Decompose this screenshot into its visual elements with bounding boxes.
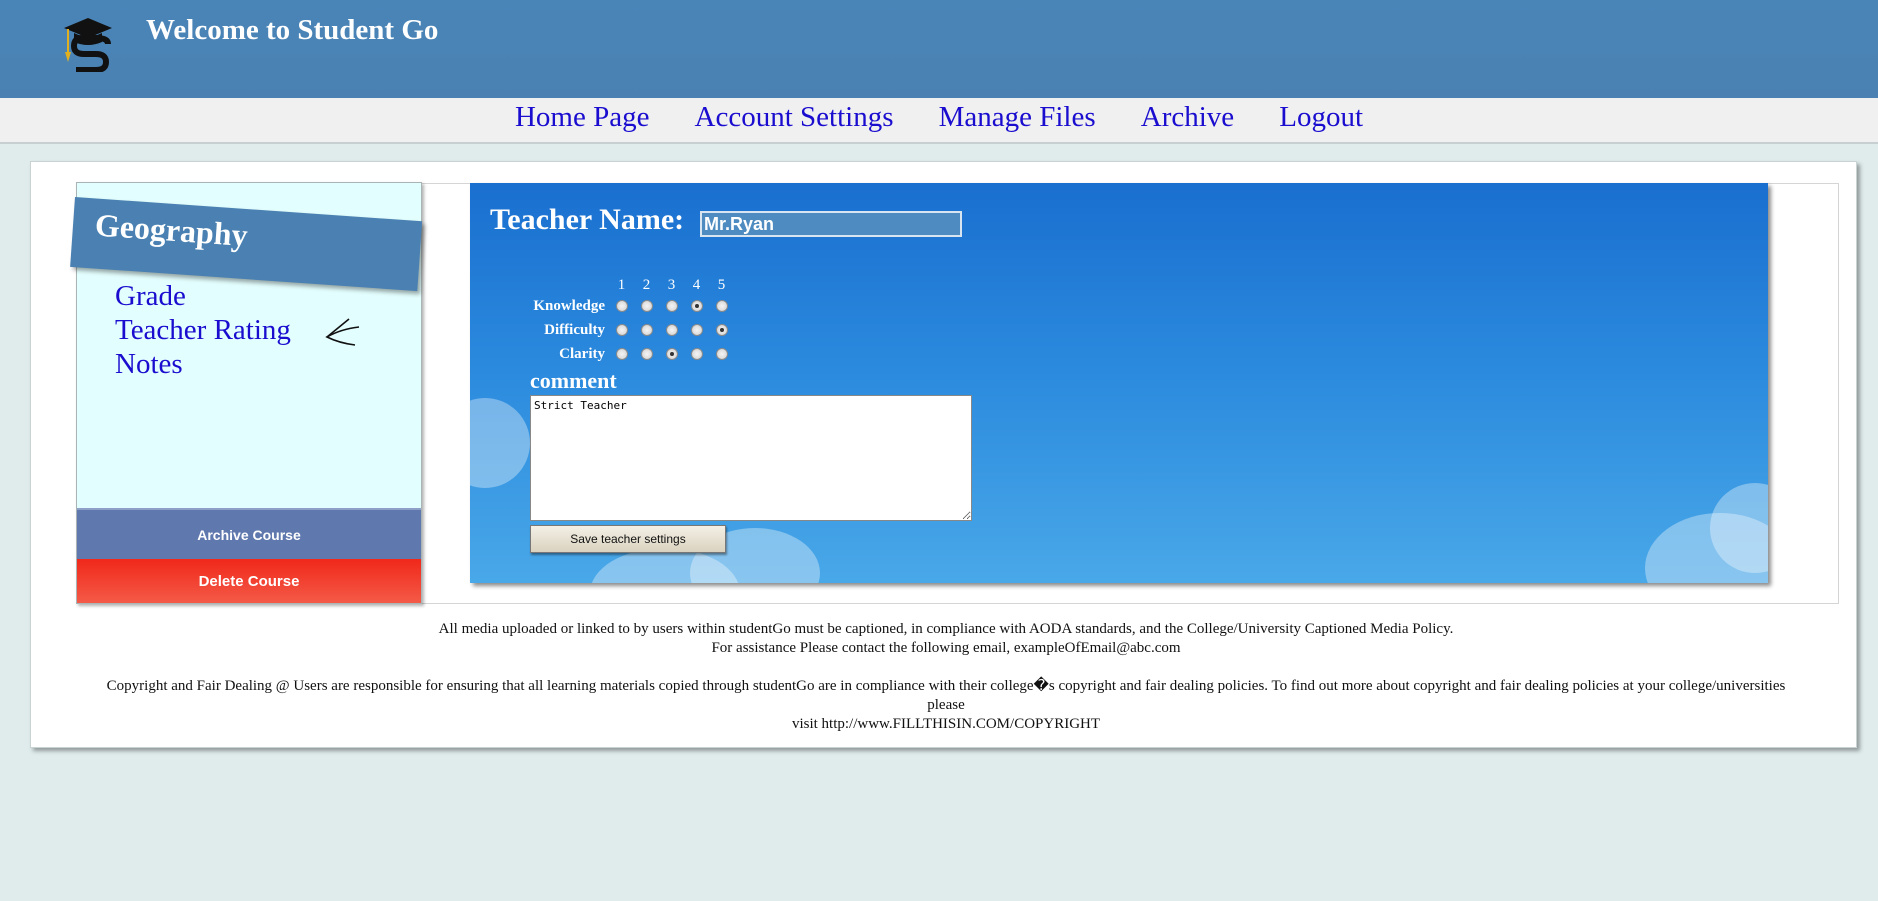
page-footer: All media uploaded or linked to by users… <box>91 620 1801 734</box>
main-nav: Home Page Account Settings Manage Files … <box>0 98 1878 144</box>
save-teacher-settings-button[interactable]: Save teacher settings <box>530 525 726 553</box>
site-header: Welcome to Student Go <box>0 0 1878 98</box>
clarity-radio-2[interactable] <box>640 348 653 361</box>
archive-course-button[interactable]: Archive Course <box>77 508 421 559</box>
cloud-decoration <box>470 398 530 488</box>
difficulty-radio-5[interactable] <box>715 324 728 337</box>
footer-contact: For assistance Please contact the follow… <box>711 640 1181 656</box>
scale-label: 2 <box>642 276 651 293</box>
rating-row-knowledge: Knowledge <box>525 294 734 318</box>
scale-label: 3 <box>667 276 676 293</box>
rating-row-clarity: Clarity <box>525 342 734 366</box>
criterion-label: Difficulty <box>544 321 605 338</box>
footer-caption-policy: All media uploaded or linked to by users… <box>438 621 1454 637</box>
difficulty-radio-4[interactable] <box>690 324 703 337</box>
nav-archive[interactable]: Archive <box>1141 98 1234 136</box>
clarity-radio-1[interactable] <box>615 348 628 361</box>
course-sidebar: Geography Grade Teacher Rating Notes Arc… <box>70 182 423 604</box>
clarity-radio-5[interactable] <box>715 348 728 361</box>
knowledge-radio-3[interactable] <box>665 300 678 313</box>
teacher-name-input[interactable] <box>700 211 962 237</box>
rating-row-difficulty: Difficulty <box>525 318 734 342</box>
course-banner: Geography <box>70 197 423 292</box>
scale-label: 5 <box>717 276 726 293</box>
footer-copyright: Copyright and Fair Dealing @ Users are r… <box>106 678 1786 713</box>
knowledge-radio-1[interactable] <box>615 300 628 313</box>
criterion-label: Knowledge <box>533 297 605 314</box>
difficulty-radio-2[interactable] <box>640 324 653 337</box>
rating-grid: 1 2 3 4 5 Knowledge Difficulty Clarity <box>525 276 734 366</box>
delete-course-button[interactable]: Delete Course <box>77 559 421 603</box>
scale-label: 1 <box>617 276 626 293</box>
nav-logout[interactable]: Logout <box>1279 98 1363 136</box>
scale-header-spacer <box>525 276 609 294</box>
comment-textarea[interactable]: Strict Teacher <box>530 395 972 521</box>
course-title: Geography <box>93 206 249 254</box>
footer-copyright-link: visit http://www.FILLTHISIN.COM/COPYRIGH… <box>791 716 1101 732</box>
sidebar-link-teacher-rating[interactable]: Teacher Rating <box>115 313 291 347</box>
sidebar-link-grade[interactable]: Grade <box>115 279 291 313</box>
difficulty-radio-1[interactable] <box>615 324 628 337</box>
nav-manage-files[interactable]: Manage Files <box>939 98 1096 136</box>
clarity-radio-3[interactable] <box>665 348 678 361</box>
site-title: Welcome to Student Go <box>146 14 439 46</box>
difficulty-radio-3[interactable] <box>665 324 678 337</box>
main-container: Geography Grade Teacher Rating Notes Arc… <box>30 161 1857 748</box>
course-links: Grade Teacher Rating Notes <box>115 279 291 381</box>
sidebar-link-notes[interactable]: Notes <box>115 347 291 381</box>
knowledge-radio-4[interactable] <box>690 300 703 313</box>
criterion-label: Clarity <box>559 345 605 362</box>
knowledge-radio-5[interactable] <box>715 300 728 313</box>
nav-home-page[interactable]: Home Page <box>515 98 650 136</box>
nav-account-settings[interactable]: Account Settings <box>695 98 894 136</box>
clarity-radio-4[interactable] <box>690 348 703 361</box>
teacher-name-label: Teacher Name: <box>490 203 685 236</box>
student-go-logo <box>64 18 112 72</box>
comment-label: comment <box>530 368 617 393</box>
knowledge-radio-2[interactable] <box>640 300 653 313</box>
arrow-pointer-icon <box>325 318 360 346</box>
scale-label: 4 <box>692 276 701 293</box>
teacher-rating-panel: Teacher Name: 1 2 3 4 5 Knowledge Diffic… <box>470 183 1768 583</box>
